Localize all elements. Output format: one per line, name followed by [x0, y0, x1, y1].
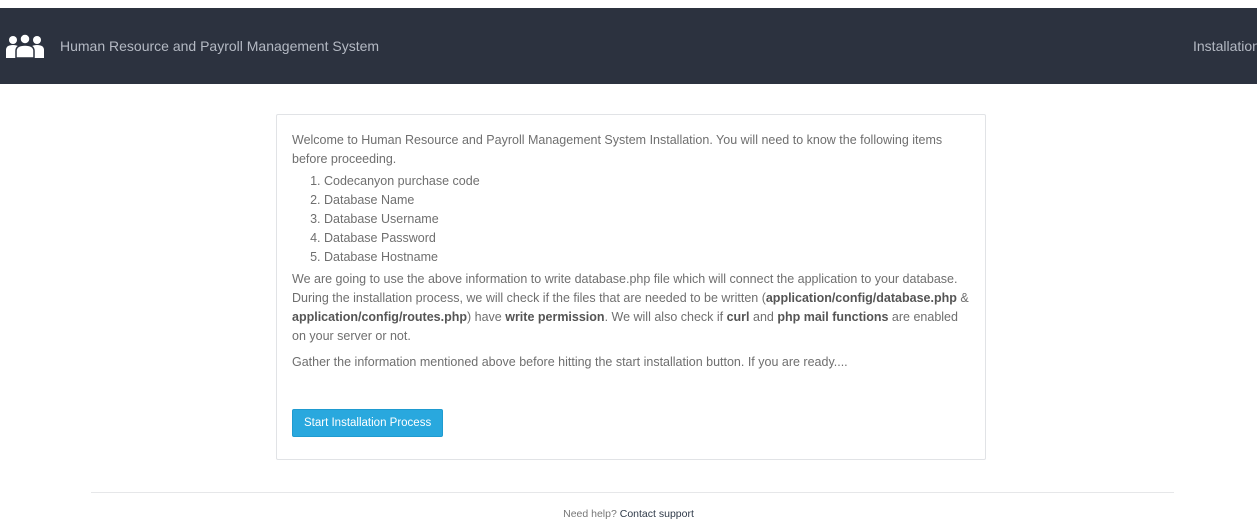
app-title: Human Resource and Payroll Management Sy…	[60, 38, 380, 54]
installation-panel: Welcome to Human Resource and Payroll Ma…	[276, 114, 986, 460]
desc-text-5: and	[749, 310, 778, 324]
description-text: We are going to use the above informatio…	[292, 270, 972, 346]
help-text: Need help?	[563, 508, 617, 520]
curl-text: curl	[726, 310, 750, 324]
database-config-path: application/config/database.php	[765, 291, 957, 305]
intro-text: Welcome to Human Resource and Payroll Ma…	[292, 133, 943, 166]
footer-divider	[91, 492, 1174, 493]
list-item: Database Password	[324, 229, 972, 248]
panel-content: Welcome to Human Resource and Payroll Ma…	[292, 131, 972, 372]
gather-info-text: Gather the information mentioned above b…	[292, 355, 848, 369]
desc-text-3: ) have	[467, 310, 506, 324]
requirements-list: Codecanyon purchase code Database Name D…	[292, 172, 972, 267]
write-permission-text: write permission	[505, 310, 605, 324]
footer: Need help? Contact support	[0, 508, 1257, 520]
nav-installation-link[interactable]: Installation	[1193, 38, 1257, 54]
routes-config-path: application/config/routes.php	[292, 310, 467, 324]
list-item: Database Name	[324, 191, 972, 210]
php-mail-text: php mail functions	[777, 310, 889, 324]
users-group-icon	[6, 34, 44, 58]
list-item: Database Username	[324, 210, 972, 229]
contact-support-link[interactable]: Contact support	[620, 508, 694, 520]
desc-text-4: . We will also check if	[604, 310, 727, 324]
list-item: Database Hostname	[324, 248, 972, 267]
list-item: Codecanyon purchase code	[324, 172, 972, 191]
desc-text-2: &	[956, 291, 969, 305]
start-installation-button[interactable]: Start Installation Process	[292, 409, 444, 437]
top-navbar: Human Resource and Payroll Management Sy…	[0, 8, 1257, 84]
